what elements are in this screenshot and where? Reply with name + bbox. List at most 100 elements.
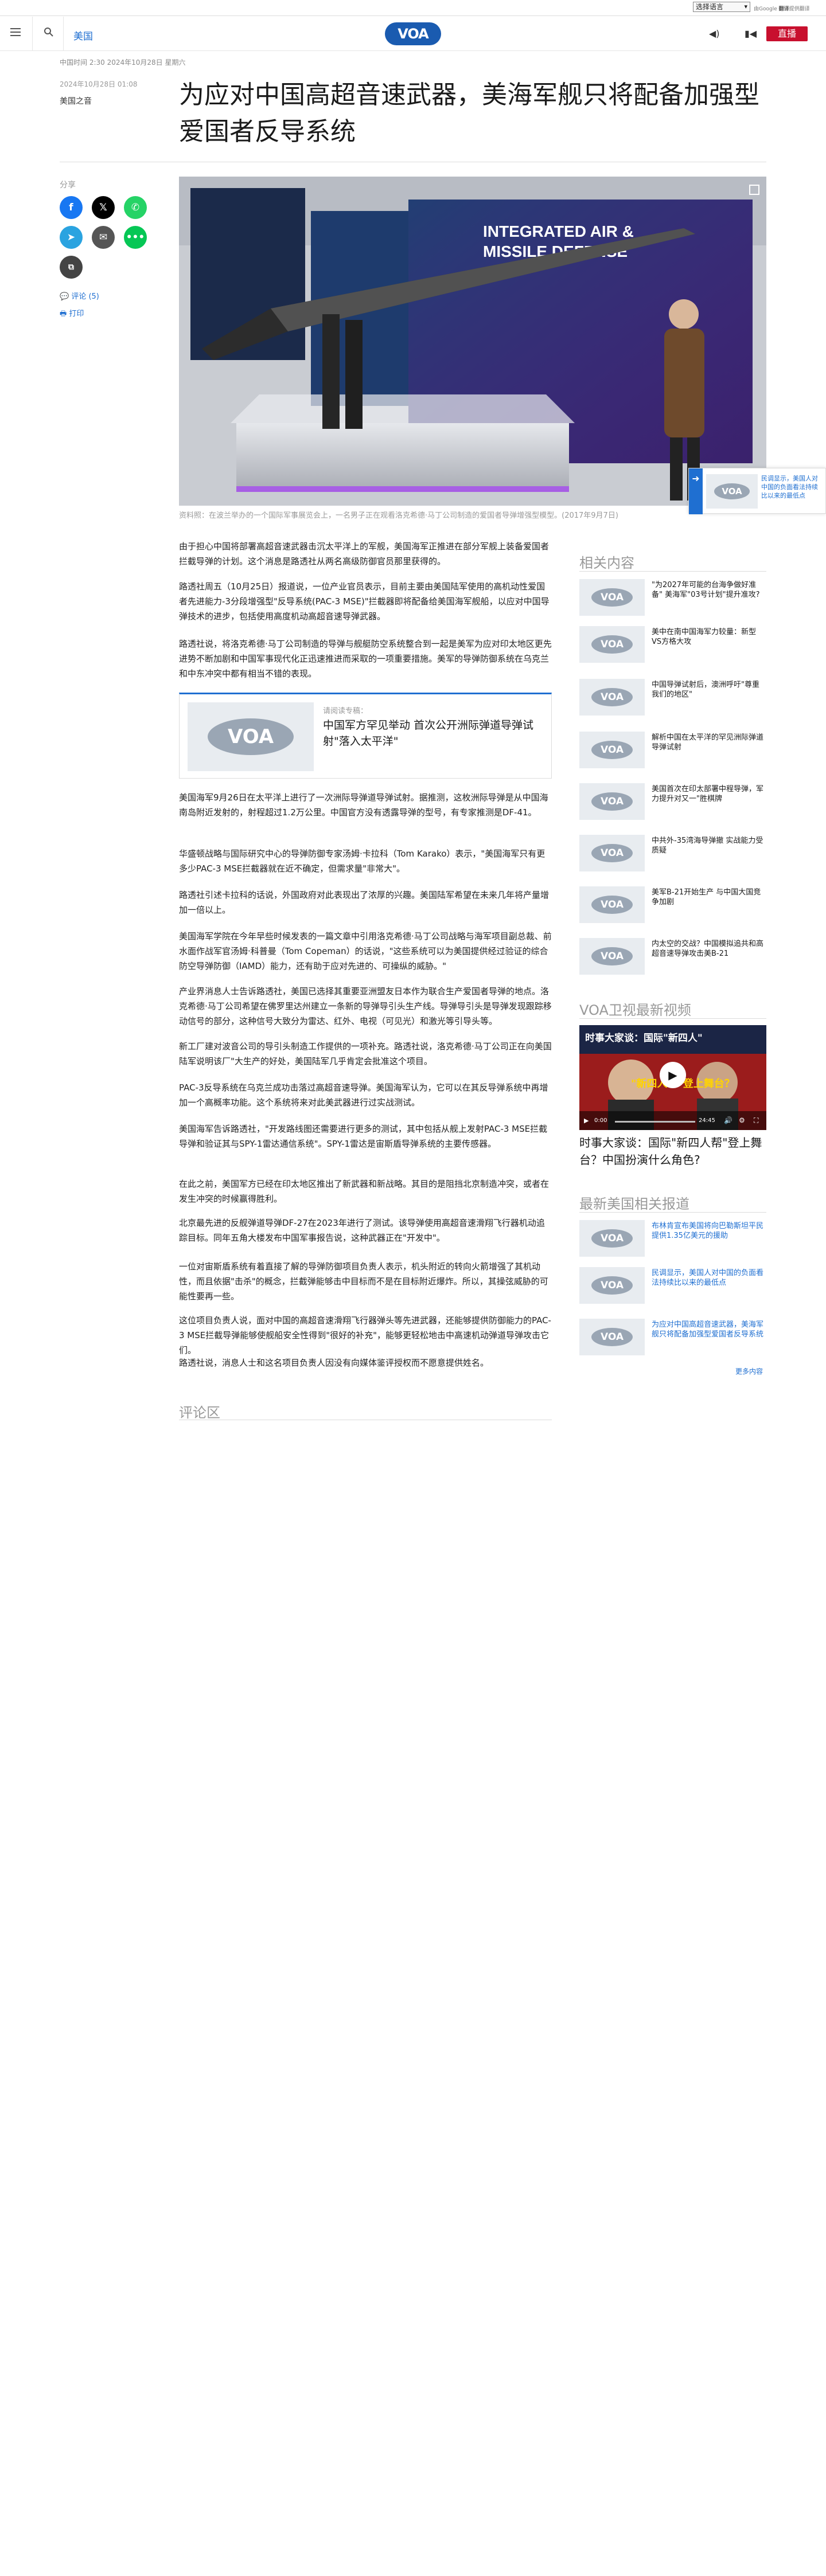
voa-logo: VOA [591,1229,633,1248]
paragraph: 这位项目负责人说，面对中国的高超音速滑翔飞行器弹头等先进武器，还能够提供防御能力… [179,1315,551,1355]
thumbnail: VOA [579,626,645,663]
article-date: 2024年10月28日 01:08 [60,80,138,88]
related-item[interactable]: VOA "为2027年可能的台海争做好准备" 美海军"03号计划"提升准攻? [579,579,766,616]
related-item-title[interactable]: 中共外-35湾海导弹撤 实战能力受质疑 [652,836,764,855]
menu-icon[interactable] [10,28,21,36]
divider [579,1212,766,1213]
related-item[interactable]: VOA 中国导弹试射后，澳洲呼吁"尊重我们的地区" [579,679,766,716]
thumbnail: VOA [579,679,645,716]
related-item[interactable]: VOA 美军B-21开始生产 与中国大国竞争加剧 [579,886,766,923]
paragraph: 产业界消息人士告诉路透社，美国已选择其重要亚洲盟友日本作为联合生产爱国者导弹的地… [179,986,552,1026]
print-link[interactable]: 🖶 打印 [60,307,84,321]
video-player[interactable]: 时事大家谈：国际"新四人" "新四人帮"登上舞台？ ▶ ▶ 0:00 24:45… [579,1025,766,1130]
x-twitter-icon[interactable]: 𝕏 [92,196,115,219]
related-subtitle: 请阅读专稿： [323,707,368,716]
related-item[interactable]: VOA 美中在南中国海军力较量：新型VS方格大攻 [579,626,766,663]
voa-logo: VOA [591,588,633,607]
thumbnail: VOA [579,1319,645,1355]
related-title[interactable]: 中国军方罕见举动 首次公开洲际弹道导弹试射"落入太平洋" [323,717,541,749]
related-item-title[interactable]: 美中在南中国海军力较量：新型VS方格大攻 [652,627,764,647]
paragraph: 路透社说，将洛克希德·马丁公司制造的导弹与舰艇防空系统整合到一起是美军为应对印太… [179,639,552,679]
paragraph: 在此之前，美国军方已经在印太地区推出了新武器和新战略。其目的是阻挡北京制造冲突，… [179,1179,550,1204]
paragraph: 路透社说，消息人士和这名项目负责人因没有向媒体鉴评授权而不愿意提供姓名。 [179,1358,489,1368]
video-duration: 24:45 [699,1117,715,1124]
expand-icon[interactable] [749,185,759,195]
related-article-card[interactable]: VOA 请阅读专稿： 中国军方罕见举动 首次公开洲际弹道导弹试射"落入太平洋" [179,693,552,779]
thumbnail: VOA [579,1220,645,1257]
related-item[interactable]: VOA 内太空的交战？中国模拟追共和高超音速导弹攻击美B-21 [579,938,766,975]
latest-heading[interactable]: 最新美国相关报道 [579,1193,689,1213]
search-icon[interactable] [44,27,54,37]
missile-exhibit-illustration: INTEGRATED AIR & MISSILE DEFENSE [179,177,766,506]
voa-logo: VOA [591,844,633,862]
video-caption[interactable]: 时事大家谈：国际"新四人帮"登上舞台？中国扮演什么角色? [579,1134,766,1168]
telegram-icon[interactable]: ➤ [60,226,83,249]
latest-item-title[interactable]: 布林肯宣布美国将向巴勒斯坦平民提供1.35亿美元的援助 [652,1221,764,1241]
more-link[interactable]: 更多内容 [735,1366,763,1376]
fullscreen-icon[interactable]: ⛶ [754,1116,758,1125]
latest-item[interactable]: VOA 为应对中国高超音速武器，美海军舰只将配备加强型爱国者反导系统 [579,1319,766,1355]
comments-link-label: 评论 (5) [71,292,99,301]
paragraph: 路透社周五（10月25日）报道说，一位产业官员表示，目前主要由美国陆军使用的高机… [179,581,550,621]
paragraph: 华盛顿战略与国际研究中心的导弹防御专家汤姆·卡拉科（Tom Karako）表示，… [179,849,546,874]
related-item-title[interactable]: "为2027年可能的台海争做好准备" 美海军"03号计划"提升准攻? [652,580,764,600]
voa-logo: VOA [591,688,633,706]
image-caption: 资料照：在波兰举办的一个国际军事展览会上，一名男子正在观看洛克希德·马丁公司制造… [179,511,618,520]
collapse-arrow-icon[interactable]: ➜ [689,468,703,514]
latest-item-title[interactable]: 为应对中国高超音速武器，美海军舰只将配备加强型爱国者反导系统 [652,1320,764,1339]
paragraph: 美国海军告诉路透社，"开发路线图还需要进行更多的测试，其中包括从舰上发射PAC-… [179,1124,548,1149]
comments-heading: 评论区 [179,1405,220,1421]
latest-item-title[interactable]: 民调显示，美国人对中国的负面看法持续比以来的最低点 [652,1268,764,1288]
comments-link[interactable]: 💬 评论 (5) [60,290,99,301]
dateline: 中国时间 2:30 2024年10月28日 星期六 [60,58,186,67]
related-item[interactable]: VOA 中共外-35湾海导弹撤 实战能力受质疑 [579,835,766,871]
related-item-title[interactable]: 解析中国在太平洋的罕见洲际弹道导弹试射 [652,733,764,752]
voa-logo[interactable]: VOA [385,22,441,45]
translate-provider-label: 提供翻译 [789,6,810,12]
thumbnail: VOA [579,579,645,616]
settings-icon[interactable]: ⚙ [739,1116,745,1124]
latest-item[interactable]: VOA 布林肯宣布美国将向巴勒斯坦平民提供1.35亿美元的援助 [579,1220,766,1257]
nav-link-us[interactable]: 美国 [73,28,93,42]
volume-icon[interactable]: 🔊 [724,1116,733,1124]
related-item-title[interactable]: 中国导弹试射后，澳洲呼吁"尊重我们的地区" [652,680,764,699]
thumbnail: VOA [579,886,645,923]
latest-item[interactable]: VOA 民调显示，美国人对中国的负面看法持续比以来的最低点 [579,1267,766,1304]
audio-icon[interactable]: ◀) [709,28,720,39]
live-button[interactable]: 直播 [766,26,808,41]
voa-logo: VOA [591,792,633,811]
floating-related-widget[interactable]: ➜ VOA 民调显示，美国人对中国的负面看法持续比以来的最低点 [688,468,826,514]
email-icon[interactable]: ✉ [92,226,115,249]
floating-widget-title[interactable]: 民调显示，美国人对中国的负面看法持续比以来的最低点 [761,474,823,500]
site-header: 美国 VOA ◀) ▮◀ 直播 [0,17,826,51]
exhibit-sign-text: INTEGRATED AIR & [483,222,634,240]
thumbnail: VOA [706,474,758,509]
divider [579,571,766,572]
article-author[interactable]: 美国之音 [60,95,92,107]
related-item-title[interactable]: 美国首次在印太部署中程导弹，军力提升对又一"胜棋牌 [652,784,764,804]
paragraph: 美国海军9月26日在太平洋上进行了一次洲际导弹道导弹试射。据推测，这枚洲际导弹是… [179,792,548,818]
paragraph: 北京最先进的反舰弹道导弹DF-27在2023年进行了测试。该导弹使用高超音速滑翔… [179,1218,545,1243]
facebook-icon[interactable]: f [60,196,83,219]
video-icon[interactable]: ▮◀ [745,28,757,39]
print-link-label: 打印 [69,310,84,318]
divider [579,1018,766,1019]
copy-link-icon[interactable]: ⧉ [60,256,83,279]
thumbnail: VOA [579,835,645,871]
related-item[interactable]: VOA 美国首次在印太部署中程导弹，军力提升对又一"胜棋牌 [579,783,766,820]
play-control-icon[interactable]: ▶ [584,1117,589,1124]
line-icon[interactable]: ••• [124,226,147,249]
voa-logo: VOA [591,741,633,759]
related-item-title[interactable]: 内太空的交战？中国模拟追共和高超音速导弹攻击美B-21 [652,939,764,959]
language-select[interactable]: 选择语言 [693,2,750,12]
paragraph: 美国海军学院在今年早些时候发表的一篇文章中引用洛克希德·马丁公司战略与海军项目副… [179,931,552,971]
video-overlay-headline: 时事大家谈：国际"新四人" [585,1033,703,1044]
related-item[interactable]: VOA 解析中国在太平洋的罕见洲际弹道导弹试射 [579,732,766,768]
related-item-title[interactable]: 美军B-21开始生产 与中国大国竞争加剧 [652,888,764,907]
video-heading[interactable]: VOA卫视最新视频 [579,999,691,1019]
play-icon[interactable]: ▶ [660,1062,686,1088]
share-label: 分享 [60,181,76,190]
paragraph: 由于担心中国将部署高超音速武器击沉太平洋上的军舰，美国海军正推进在部分军舰上装备… [179,541,550,566]
video-progress[interactable] [615,1121,695,1123]
whatsapp-icon[interactable]: ✆ [124,196,147,219]
